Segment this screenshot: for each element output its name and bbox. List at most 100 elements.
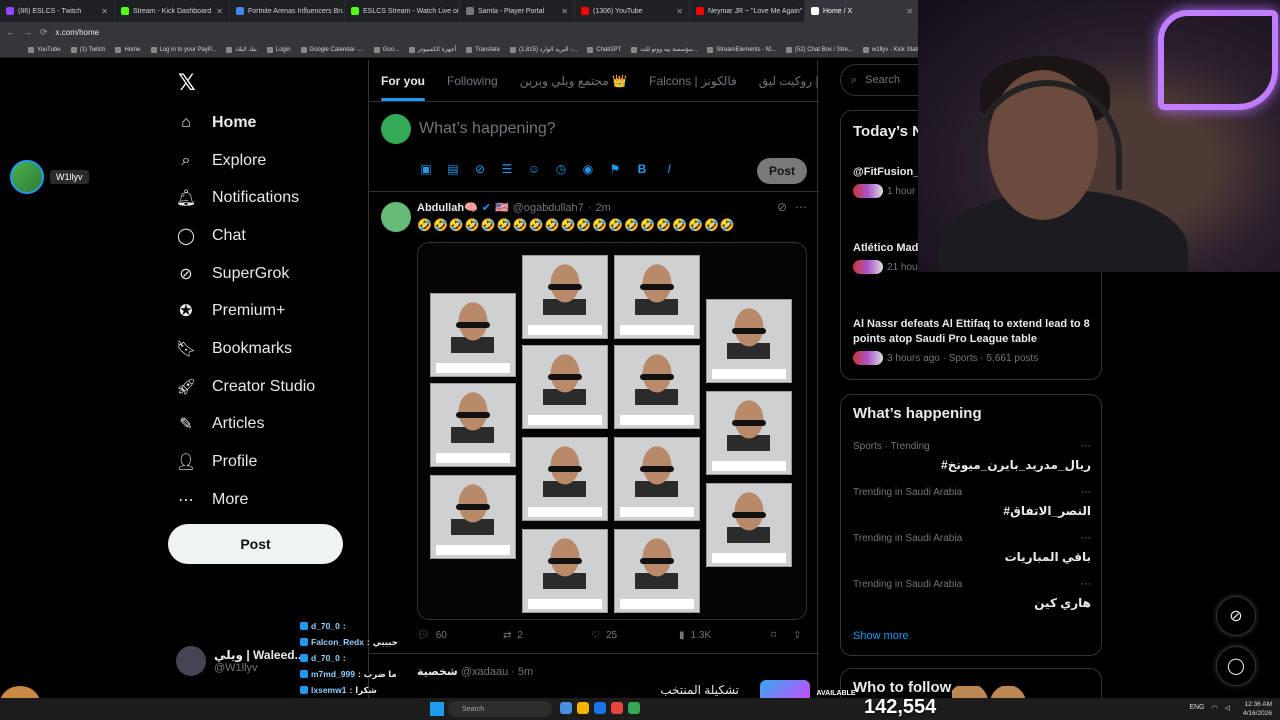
nav-item-more[interactable]: ⋯ More	[176, 485, 248, 515]
account-switcher[interactable]: ويلي | Waleed... @W1llyv	[176, 646, 305, 676]
app-icon[interactable]	[628, 702, 640, 714]
volume-icon[interactable]: ◁	[1225, 704, 1230, 712]
bookmark-item[interactable]: Google Calendar -...	[300, 46, 364, 53]
lang-indicator[interactable]: ENG	[1189, 704, 1204, 712]
back-icon[interactable]: ←	[6, 27, 15, 37]
repost-button[interactable]: ⇄ 2	[503, 630, 591, 641]
trend-item[interactable]: Trending in Saudi Arabia ⋯ هاري كين	[853, 579, 1091, 610]
more-icon[interactable]: ⋯	[1081, 579, 1091, 590]
browser-tab[interactable]: Neymar JR ~ "Love Me Again"✕	[690, 0, 805, 22]
grok-button[interactable]: ⊘	[1216, 596, 1256, 636]
feed-tab[interactable]: Falcons | فالكونز	[649, 74, 737, 88]
bookmark-item[interactable]: Log in to your PayP...	[150, 46, 216, 53]
grok-icon[interactable]: ⊘	[777, 200, 787, 214]
nav-item-home[interactable]: ⌂ Home	[176, 108, 256, 138]
poll-icon[interactable]: ☰	[500, 162, 514, 176]
bookmark-item[interactable]: StreamElements - M...	[707, 46, 776, 53]
feed-tab[interactable]: روكيت ليق | RL	[759, 74, 819, 88]
nav-item-premium[interactable]: ✪ Premium+	[176, 296, 285, 326]
bookmark-item[interactable]: Goo...	[373, 46, 399, 53]
share-button[interactable]: ⇪	[793, 630, 801, 641]
app-icon[interactable]	[594, 702, 606, 714]
nav-item-notifications[interactable]: 🔔︎ Notifications	[176, 183, 299, 213]
app-icon[interactable]	[577, 702, 589, 714]
taskbar-search[interactable]: Search	[448, 701, 552, 717]
app-icon[interactable]	[611, 702, 623, 714]
nav-item-profile[interactable]: 👤︎ Profile	[176, 447, 258, 477]
chat-button[interactable]: ◯	[1216, 646, 1256, 686]
feed-tab[interactable]: Following	[447, 74, 498, 88]
close-icon[interactable]: ✕	[561, 7, 568, 16]
browser-tab[interactable]: Samla - Player Portal ✕	[460, 0, 575, 22]
emoji-icon[interactable]: ☺	[527, 162, 541, 176]
close-icon[interactable]: ✕	[676, 7, 683, 16]
bookmark-item[interactable]: (1) Twitch	[70, 46, 105, 53]
feed-tab[interactable]: For you	[381, 74, 425, 101]
nav-item-explore[interactable]: ⌕ Explore	[176, 146, 267, 176]
like-button[interactable]: ♡ 25	[591, 630, 679, 641]
more-icon[interactable]: ⋯	[1081, 441, 1091, 452]
tweet-image[interactable]	[417, 242, 807, 620]
bookmark-item[interactable]: (52) Chat Box / Stre...	[785, 46, 853, 53]
bookmark-item[interactable]: ChatGPT	[587, 46, 621, 53]
grok-icon[interactable]: ⊘	[473, 162, 487, 176]
tweet-author[interactable]: Abdullah🧠	[417, 201, 478, 214]
browser-tab[interactable]: (1306) YouTube ✕	[575, 0, 690, 22]
bookmark-item[interactable]: مؤسسة بيه ووتو للت...	[631, 46, 697, 53]
nav-item-articles[interactable]: ✎ Articles	[176, 409, 264, 439]
bookmark-item[interactable]: Translate	[466, 46, 500, 53]
windows-icon[interactable]	[430, 702, 444, 716]
italic-icon[interactable]: I	[662, 162, 676, 176]
browser-tab[interactable]: Home / X ✕	[805, 0, 920, 22]
bookmark-item[interactable]: بنك البلاد	[226, 46, 257, 53]
close-icon[interactable]: ✕	[216, 7, 223, 16]
browser-tab[interactable]: (86) ESLCS - Twitch ✕	[0, 0, 115, 22]
more-icon[interactable]: ⋯	[1081, 533, 1091, 544]
tweet-time[interactable]: 2m	[595, 202, 610, 214]
browser-tab[interactable]: Fortnite Arenas Influencers Bri...✕	[230, 0, 345, 22]
tweet-handle[interactable]: @ogabdullah7	[513, 202, 584, 214]
tweet-time[interactable]: 5m	[518, 666, 533, 678]
wifi-icon[interactable]: ◠	[1212, 704, 1218, 712]
compose-post-button[interactable]: Post	[757, 158, 807, 184]
gif-icon[interactable]: ▤	[446, 162, 460, 176]
reload-icon[interactable]: ⟳	[40, 27, 48, 38]
news-item[interactable]: Al Nassr defeats Al Ettifaq to extend le…	[853, 317, 1093, 365]
feed-tab[interactable]: مجتمع ويلي وبرين 👑	[520, 74, 627, 88]
bookmark-item[interactable]: YouTube	[28, 46, 61, 53]
post-button[interactable]: Post	[168, 524, 343, 564]
browser-tab[interactable]: ESLCS Stream - Watch Live on ...✕	[345, 0, 460, 22]
more-icon[interactable]: ⋯	[795, 200, 807, 214]
bold-icon[interactable]: B	[635, 162, 649, 176]
location-icon[interactable]: ◉	[581, 162, 595, 176]
bookmark-item[interactable]: Login	[266, 46, 291, 53]
compose-input[interactable]: What’s happening?	[419, 120, 556, 138]
browser-tab[interactable]: Stream - Kick Dashboard ✕	[115, 0, 230, 22]
clock[interactable]: 12:36 AM 4/16/2026	[1243, 700, 1272, 718]
tweet-handle[interactable]: @xadaau	[461, 666, 508, 678]
x-logo-icon[interactable]: 𝕏	[178, 70, 196, 96]
app-icon[interactable]	[560, 702, 572, 714]
bookmark-item[interactable]: Home	[115, 46, 141, 53]
bookmark-button[interactable]: ⌑	[771, 630, 793, 641]
bookmark-item[interactable]: البريد الوارد (1,815) -...	[509, 46, 577, 53]
image-icon[interactable]: ▣	[419, 162, 433, 176]
close-icon[interactable]: ✕	[906, 7, 913, 16]
trend-item[interactable]: Sports · Trending ⋯ #ريال_مدريد_بايرن_ميون…	[853, 441, 1091, 472]
close-icon[interactable]: ✕	[101, 7, 108, 16]
trend-item[interactable]: Trending in Saudi Arabia ⋯ #النصر_الاتفاق	[853, 487, 1091, 518]
bookmark-item[interactable]: أجهزة الكمبيوتر	[408, 46, 456, 53]
nav-item-bookmarks[interactable]: 🔖︎ Bookmarks	[176, 334, 292, 364]
views-button[interactable]: ▮ 1.3K	[679, 630, 771, 641]
schedule-icon[interactable]: ◷	[554, 162, 568, 176]
nav-item-creator-studio[interactable]: 🚀︎ Creator Studio	[176, 372, 315, 402]
trend-item[interactable]: Trending in Saudi Arabia ⋯ باقي المباريات	[853, 533, 1091, 564]
nav-item-chat[interactable]: ◯ Chat	[176, 221, 246, 251]
flag-icon[interactable]: ⚑	[608, 162, 622, 176]
bookmark-item[interactable]: w1llyv - Kick Statu...	[862, 46, 920, 53]
nav-item-supergrok[interactable]: ⊘ SuperGrok	[176, 259, 289, 289]
avatar[interactable]	[381, 202, 411, 232]
show-more-link[interactable]: Show more	[853, 630, 909, 642]
tweet[interactable]: Abdullah🧠 ✔ 🇺🇸 @ogabdullah7 · 2m ⊘ ⋯ 🤣🤣🤣…	[369, 192, 819, 654]
url-input[interactable]: x.com/home	[56, 28, 100, 37]
